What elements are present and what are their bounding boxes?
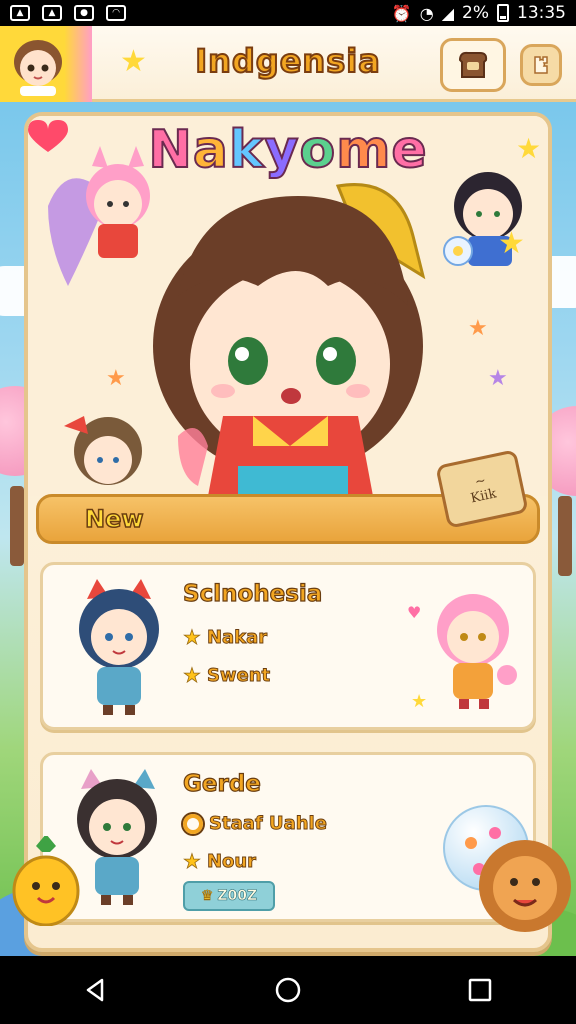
star-icon: ★	[488, 366, 508, 391]
status-right: ⏰ ◔ ◢ 2% 13:35	[392, 3, 566, 23]
system-nav-bar	[0, 956, 576, 1024]
puzzle-icon	[534, 56, 548, 74]
character-card[interactable]: Sclnohesia ★ Nakar ★ Swent ♥ ★	[40, 562, 536, 730]
star-icon: ★	[183, 625, 202, 650]
home-button[interactable]	[258, 960, 318, 1020]
chip-label: Z00Z	[217, 888, 258, 905]
stat-label: Swent	[206, 664, 271, 686]
heart-icon: ♥	[407, 603, 422, 622]
app-icon: ◠	[106, 5, 126, 21]
hero-banner[interactable]: Nakyome ★ ★ ★ ★ ★	[28, 116, 548, 496]
gallery-icon: ▲	[10, 5, 30, 21]
title-letter: k	[228, 119, 265, 181]
title-letter: y	[264, 119, 300, 181]
toast-menu-icon	[458, 51, 488, 78]
back-icon	[86, 978, 104, 1002]
card-stat: ★ Nour	[183, 849, 257, 874]
stat-label: Staaf Uahle	[209, 813, 328, 835]
card-stat: Staaf Uahle	[183, 813, 327, 834]
star-icon: ★	[498, 226, 525, 261]
title-letter: m	[335, 119, 392, 181]
stat-label: Nour	[206, 850, 257, 872]
star-icon: ★	[106, 366, 126, 391]
title-letter: e	[390, 119, 428, 181]
hero-title: Nakyome	[28, 119, 548, 181]
alarm-icon: ⏰	[391, 3, 412, 23]
title-letter: N	[147, 119, 193, 181]
character-card[interactable]: Gerde Staaf Uahle ★ Nour ♛ Z00Z	[40, 752, 536, 922]
title-letter: a	[192, 119, 229, 181]
battery-icon	[497, 4, 509, 22]
image-icon: ▲	[42, 5, 62, 21]
home-icon	[275, 977, 301, 1003]
recents-button[interactable]	[450, 960, 510, 1020]
recents-icon	[468, 978, 492, 1002]
reward-chip[interactable]: ♛ Z00Z	[183, 881, 275, 911]
star-icon: ★	[183, 849, 202, 874]
blue-hair-girl	[79, 579, 159, 715]
card-stat: ★ Nakar	[183, 625, 268, 650]
card-stat: ★ Swent	[183, 663, 271, 688]
pineapple-mascot	[12, 836, 80, 926]
lion-mascot	[479, 840, 571, 932]
signal-icon: ◢	[441, 3, 455, 23]
pink-hair-girl	[437, 594, 517, 709]
stat-label: Nakar	[206, 626, 268, 648]
tree-trunk	[558, 496, 572, 576]
star-icon: ★	[411, 691, 428, 712]
toast-text: Kiik	[469, 486, 498, 507]
title-letter: o	[298, 119, 337, 181]
star-icon: ★	[468, 316, 488, 341]
tree-trunk	[10, 486, 24, 566]
card-title: Gerde	[182, 770, 261, 797]
wifi-icon: ◔	[419, 3, 434, 23]
new-bar[interactable]: New ~ Kiik	[36, 449, 540, 544]
status-bar: ▲ ▲ ● ◠ ⏰ ◔ ◢ 2% 13:35	[0, 0, 576, 26]
battery-percent: 2%	[462, 3, 489, 23]
game-scene: ★ Indgensia Nakyome ★ ★ ★ ★ ★ New ~ Kiik…	[0, 26, 576, 956]
ring-icon	[183, 813, 203, 834]
card-title: Sclnohesia	[182, 580, 323, 607]
star-icon: ★	[183, 663, 202, 688]
new-label: New	[84, 504, 144, 534]
star-icon: ★	[516, 132, 542, 165]
puzzle-button[interactable]	[520, 44, 562, 86]
clock: 13:35	[517, 3, 566, 23]
map-pin-icon: ●	[74, 5, 94, 21]
toast-menu-button[interactable]	[440, 38, 506, 92]
back-button[interactable]	[66, 960, 126, 1020]
crown-icon: ♛	[200, 888, 214, 905]
top-header: ★ Indgensia	[0, 26, 576, 102]
